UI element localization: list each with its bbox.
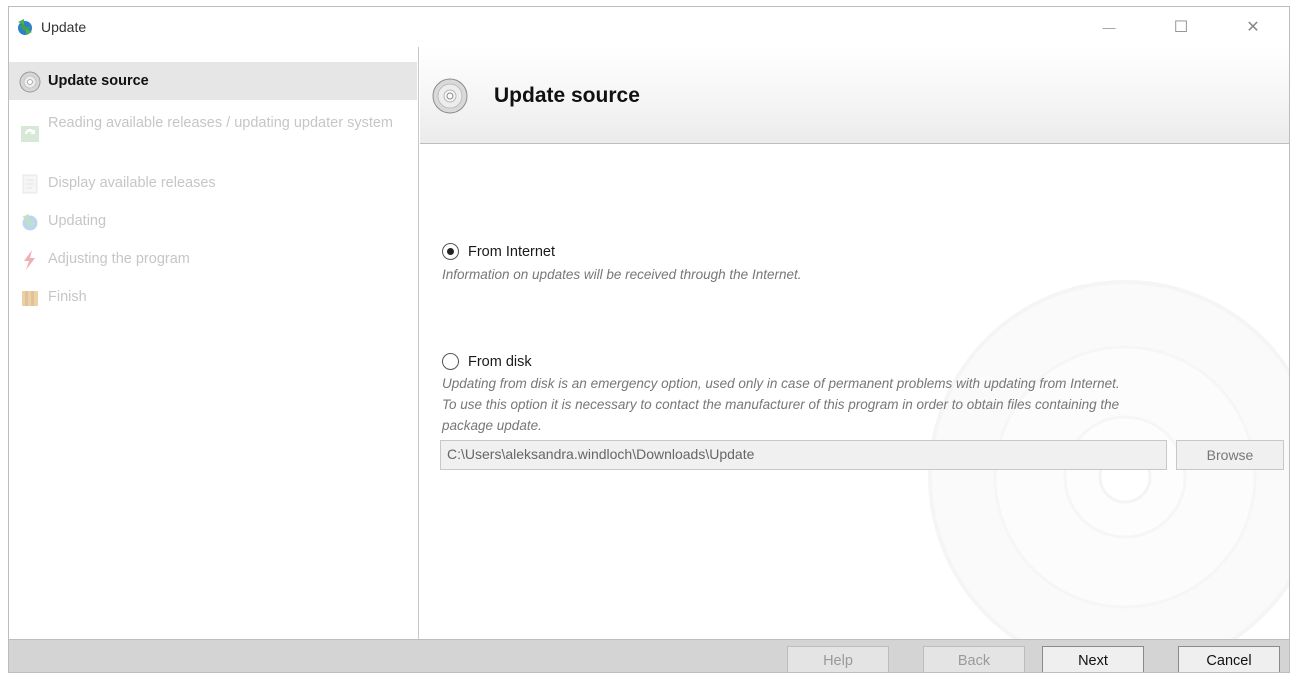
- internet-option[interactable]: From Internet: [442, 243, 555, 260]
- disk-path-field[interactable]: C:\Users\aleksandra.windloch\Downloads\U…: [440, 440, 1167, 470]
- main-panel: Update source From Internet Information …: [420, 47, 1289, 639]
- step-label: Updating: [48, 213, 107, 229]
- step-label: Display available releases: [48, 175, 216, 191]
- disc-icon: [19, 71, 41, 93]
- disk-description-line: To use this option it is necessary to co…: [442, 397, 1120, 412]
- window-title: Update: [41, 19, 87, 35]
- maximize-button[interactable]: ☐: [1145, 7, 1217, 47]
- document-icon: [22, 174, 38, 194]
- step-label: Adjusting the program: [48, 251, 190, 267]
- footer-bar: Help Back Next Cancel: [9, 639, 1289, 672]
- close-button[interactable]: ✕: [1217, 7, 1289, 47]
- disk-option[interactable]: From disk: [442, 353, 532, 370]
- step-adjusting: Adjusting the program: [9, 247, 417, 271]
- internet-description: Information on updates will be received …: [442, 267, 802, 282]
- maximize-icon: ☐: [1173, 19, 1189, 36]
- cancel-button[interactable]: Cancel: [1178, 646, 1280, 672]
- step-update-source: Update source: [9, 62, 417, 100]
- browse-button[interactable]: Browse: [1176, 440, 1284, 470]
- step-label: Update source: [48, 73, 149, 89]
- disk-description: Updating from disk is an emergency optio…: [442, 373, 1120, 436]
- steps-sidebar: Update source Reading available releases…: [9, 47, 419, 639]
- help-button[interactable]: Help: [787, 646, 889, 672]
- title-bar: Update — ☐ ✕: [9, 7, 1289, 47]
- step-label: Reading available releases / updating up…: [48, 115, 393, 131]
- disk-label: From disk: [468, 353, 532, 370]
- refresh-icon: [21, 126, 39, 142]
- page-title: Update source: [494, 84, 640, 107]
- update-window: Update — ☐ ✕ Update source Reading avail…: [8, 6, 1290, 673]
- back-button[interactable]: Back: [923, 646, 1025, 672]
- disc-icon: [432, 78, 468, 114]
- step-display-releases: Display available releases: [9, 171, 417, 195]
- minimize-button[interactable]: —: [1073, 7, 1145, 47]
- page-header: Update source: [420, 47, 1289, 144]
- disk-description-line: Updating from disk is an emergency optio…: [442, 376, 1120, 391]
- disk-description-line: package update.: [442, 418, 542, 433]
- lightning-icon: [24, 250, 35, 270]
- step-reading-releases: Reading available releases / updating up…: [9, 111, 417, 145]
- step-finish: Finish: [9, 285, 417, 309]
- minimize-icon: —: [1102, 19, 1116, 35]
- internet-label: From Internet: [468, 243, 556, 260]
- step-updating: Updating: [9, 209, 417, 233]
- next-button[interactable]: Next: [1042, 646, 1144, 672]
- update-globe-icon: [22, 214, 38, 231]
- update-globe-icon: [18, 19, 32, 35]
- step-label: Finish: [48, 289, 87, 305]
- close-icon: ✕: [1246, 19, 1260, 36]
- window-controls: — ☐ ✕: [1073, 7, 1289, 47]
- internet-radio[interactable]: [442, 243, 459, 260]
- finish-flag-icon: [22, 291, 38, 306]
- disk-radio[interactable]: [442, 353, 459, 370]
